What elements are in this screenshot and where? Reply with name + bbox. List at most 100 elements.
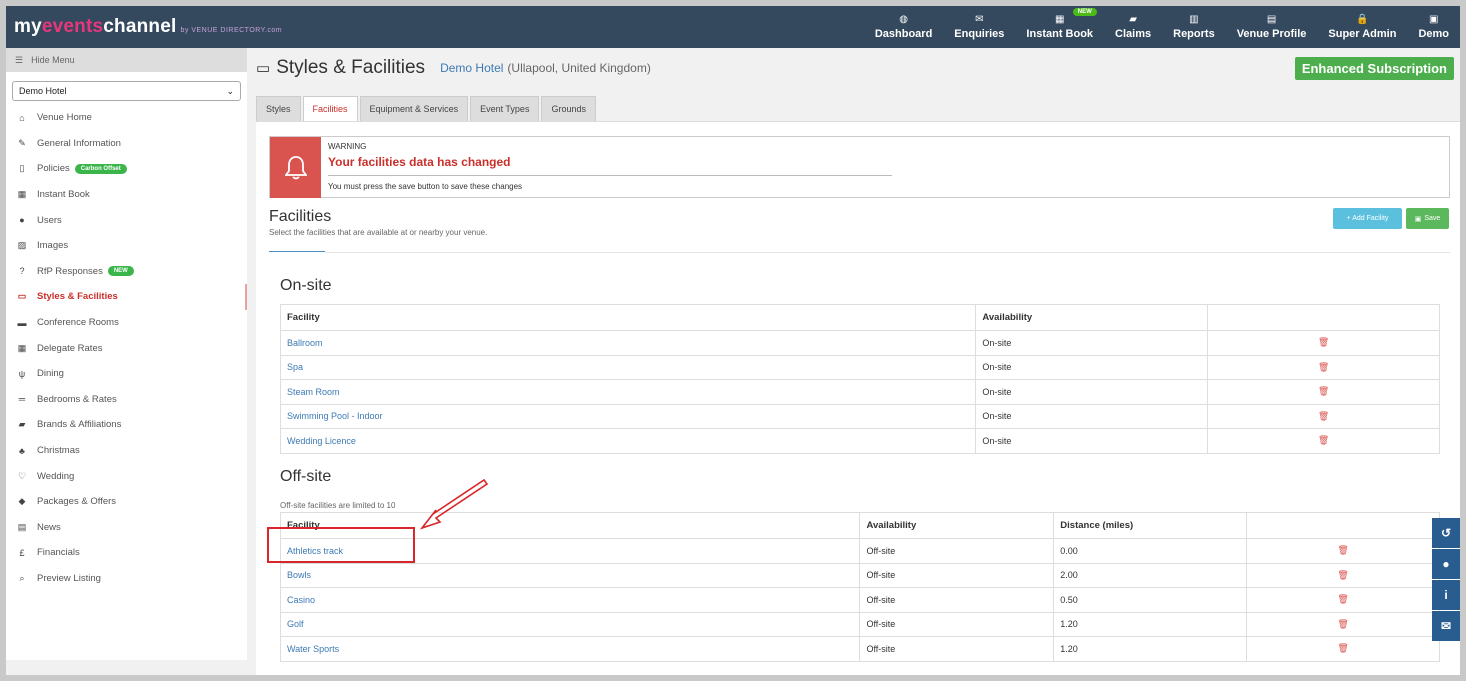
facility-cell: Bowls xyxy=(279,562,861,588)
venue-name-link[interactable]: Demo Hotel xyxy=(440,61,503,75)
facility-link[interactable]: Water Sports xyxy=(287,644,339,654)
offsite-heading: Off-site xyxy=(280,468,332,485)
availability-cell: Off-site xyxy=(859,611,1055,637)
delete-cell: 🗑 xyxy=(1207,330,1440,356)
sidebar-item-venue-home[interactable]: ⌂ Venue Home xyxy=(6,105,247,131)
facilities-panel: WARNING Your facilities data has changed… xyxy=(256,121,1460,675)
sidebar-item-preview-listing[interactable]: ⌕ Preview Listing xyxy=(6,566,247,592)
tab-bar: Styles Facilities Equipment & Services Even… xyxy=(256,96,598,121)
image-icon: ▨ xyxy=(17,240,27,251)
availability-cell: On-site xyxy=(975,379,1209,405)
info-icon[interactable]: i xyxy=(1432,580,1460,610)
envelope-icon[interactable]: ✉ xyxy=(1432,611,1460,641)
facility-cell: Casino xyxy=(279,587,861,613)
trash-icon[interactable]: 🗑 xyxy=(1318,337,1329,347)
nav-dashboard[interactable]: ◍ Dashboard xyxy=(864,6,943,48)
nav-label: Enquiries xyxy=(954,28,1005,40)
sidebar-item-financials[interactable]: £ Financials xyxy=(6,540,247,566)
facility-link[interactable]: Steam Room xyxy=(287,387,340,397)
search-icon: ⌕ xyxy=(19,572,25,583)
nav-label: Super Admin xyxy=(1328,28,1397,40)
trash-icon[interactable]: 🗑 xyxy=(1337,643,1348,653)
nav-instant-book[interactable]: ▦ Instant Book NEW xyxy=(1015,6,1104,48)
pound-icon: £ xyxy=(19,547,25,558)
logo[interactable]: myeventschannel by VENUE DIRECTORY.com xyxy=(14,16,282,38)
table-row: Water Sports Off-site 1.20 🗑 xyxy=(279,636,1440,662)
subscription-badge[interactable]: Enhanced Subscription xyxy=(1294,57,1454,80)
trash-icon[interactable]: 🗑 xyxy=(1337,594,1348,604)
nav-label: Venue Profile xyxy=(1236,28,1307,40)
sidebar-item-rfp-responses[interactable]: ? RfP Responses NEW xyxy=(6,259,247,285)
sidebar-item-images[interactable]: ▨ Images xyxy=(6,233,247,259)
app-frame: myeventschannel by VENUE DIRECTORY.com ◍ D… xyxy=(6,6,1460,675)
sidebar-item-label: Delegate Rates xyxy=(37,342,103,354)
calendar-icon: ▦ xyxy=(17,189,27,200)
availability-cell: Off-site xyxy=(859,587,1055,613)
offsite-limit-note: Off-site facilities are limited to 10 xyxy=(280,501,396,510)
sidebar-item-conference-rooms[interactable]: ▬ Conference Rooms xyxy=(6,310,247,336)
facility-link[interactable]: Bowls xyxy=(287,570,311,580)
table-row: Ballroom On-site 🗑 xyxy=(279,330,1440,356)
table-row: Wedding Licence On-site 🗑 xyxy=(279,428,1440,454)
sidebar-item-general-information[interactable]: ✎ General Information xyxy=(6,131,247,157)
trash-icon[interactable]: 🗑 xyxy=(1337,570,1348,580)
sidebar-item-styles-facilities[interactable]: ▭ Styles & Facilities xyxy=(6,284,247,310)
user-square-icon: ▣ xyxy=(1428,14,1439,25)
facility-cell: Ballroom xyxy=(279,330,977,356)
nav-enquiries[interactable]: ✉ Enquiries xyxy=(943,6,1015,48)
nav-reports[interactable]: ▥ Reports xyxy=(1162,6,1226,48)
add-facility-button[interactable]: + Add Facility xyxy=(1333,208,1402,229)
tab-equipment-services[interactable]: Equipment & Services xyxy=(359,96,469,121)
trash-icon[interactable]: 🗑 xyxy=(1318,435,1329,445)
nav-claims[interactable]: ▰ Claims xyxy=(1104,6,1162,48)
trash-icon[interactable]: 🗑 xyxy=(1318,362,1329,372)
facility-link[interactable]: Golf xyxy=(287,619,304,629)
tab-grounds[interactable]: Grounds xyxy=(541,96,596,121)
floppy-icon: ▣ xyxy=(1414,215,1422,223)
history-icon[interactable]: ↺ xyxy=(1432,518,1460,548)
table-row: Casino Off-site 0.50 🗑 xyxy=(279,587,1440,613)
trash-icon[interactable]: 🗑 xyxy=(1337,545,1348,555)
sidebar-item-brands-affiliations[interactable]: ▰ Brands & Affiliations xyxy=(6,412,247,438)
availability-cell: Off-site xyxy=(859,636,1055,662)
sidebar: ☰ Hide Menu Demo Hotel ⌄ ⌂ Venue Home ✎ Gen… xyxy=(6,48,247,660)
sidebar-item-wedding[interactable]: ♡ Wedding xyxy=(6,463,247,489)
nav-label: Claims xyxy=(1115,28,1152,40)
nav-venue-profile[interactable]: ▤ Venue Profile xyxy=(1226,6,1318,48)
nav-demo[interactable]: ▣ Demo xyxy=(1407,6,1460,48)
trash-icon[interactable]: 🗑 xyxy=(1318,386,1329,396)
sidebar-item-dining[interactable]: ψ Dining xyxy=(6,361,247,387)
delete-cell: 🗑 xyxy=(1207,379,1440,405)
facility-link[interactable]: Ballroom xyxy=(287,338,323,348)
availability-cell: On-site xyxy=(975,428,1209,454)
sidebar-item-label: Instant Book xyxy=(37,189,90,201)
warning-title: Your facilities data has changed xyxy=(328,155,511,169)
document-icon: ▯ xyxy=(19,163,25,174)
save-button[interactable]: ▣ Save xyxy=(1406,208,1449,229)
facility-link[interactable]: Wedding Licence xyxy=(287,436,356,446)
sidebar-item-packages-offers[interactable]: ◆ Packages & Offers xyxy=(6,489,247,515)
venue-select[interactable]: Demo Hotel ⌄ xyxy=(12,81,241,101)
sidebar-item-bedrooms-rates[interactable]: ═ Bedrooms & Rates xyxy=(6,387,247,413)
trash-icon[interactable]: 🗑 xyxy=(1337,619,1348,629)
trash-icon[interactable]: 🗑 xyxy=(1318,411,1329,421)
sidebar-item-news[interactable]: ▤ News xyxy=(6,515,247,541)
nav-super-admin[interactable]: 🔒 Super Admin xyxy=(1317,6,1407,48)
tab-facilities[interactable]: Facilities xyxy=(302,96,358,121)
sidebar-item-christmas[interactable]: ♣ Christmas xyxy=(6,438,247,464)
facility-link[interactable]: Swimming Pool - Indoor xyxy=(287,411,383,421)
dashboard-icon: ◍ xyxy=(899,14,908,25)
delete-cell: 🗑 xyxy=(1246,611,1440,637)
chat-icon[interactable]: ● xyxy=(1432,549,1460,579)
sidebar-item-instant-book[interactable]: ▦ Instant Book xyxy=(6,182,247,208)
sidebar-item-delegate-rates[interactable]: ▦ Delegate Rates xyxy=(6,335,247,361)
sidebar-item-policies[interactable]: ▯ Policies Carbon Offset xyxy=(6,156,247,182)
hide-menu-button[interactable]: ☰ Hide Menu xyxy=(6,48,247,72)
facility-cell: Steam Room xyxy=(279,379,977,405)
tab-event-types[interactable]: Event Types xyxy=(470,96,540,121)
sidebar-item-users[interactable]: ● Users xyxy=(6,207,247,233)
tab-styles[interactable]: Styles xyxy=(256,96,301,121)
facility-link[interactable]: Spa xyxy=(287,362,303,372)
delete-cell: 🗑 xyxy=(1207,403,1440,429)
facility-link[interactable]: Casino xyxy=(287,595,315,605)
